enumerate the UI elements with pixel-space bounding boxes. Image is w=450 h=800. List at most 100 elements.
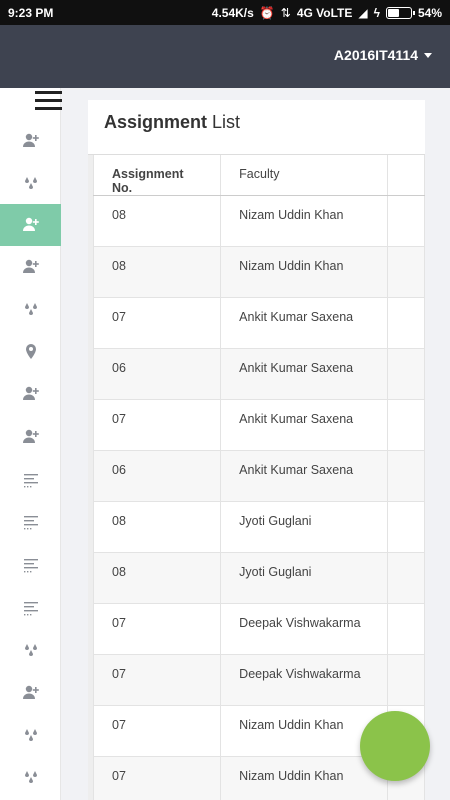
location-pin-icon: [22, 343, 40, 361]
cell-extra: [387, 399, 425, 451]
sidebar-item-13[interactable]: [0, 629, 61, 671]
cell-faculty: Deepak Vishwakarma: [220, 603, 388, 655]
column-header-extra: [387, 155, 425, 196]
cell-extra: [387, 552, 425, 604]
cell-extra: [387, 450, 425, 502]
battery-percent: 54%: [417, 5, 442, 20]
cell-assignment-no: 06: [92, 348, 222, 400]
assignment-list-card: Assignment List Assignment No. Faculty 0…: [88, 100, 425, 800]
drops-icon: [22, 174, 40, 192]
table-row[interactable]: 08 Nizam Uddin Khan: [92, 246, 425, 298]
list-icon: [22, 599, 40, 617]
drops-icon: [22, 300, 40, 318]
column-header-faculty[interactable]: Faculty: [220, 155, 388, 196]
status-bar: 9:23 PM 4.54K/s ⏰ ⇅ 4G VoLTE ◢ ϟ 54%: [0, 0, 450, 25]
cell-assignment-no: 07: [92, 756, 222, 800]
list-icon: [22, 556, 40, 574]
sidebar-item-4[interactable]: [0, 246, 61, 288]
list-icon: [22, 471, 40, 489]
battery-icon: [385, 6, 415, 19]
user-id: A2016IT4114: [333, 47, 418, 63]
user-menu[interactable]: A2016IT4114: [334, 47, 432, 63]
table-row[interactable]: 07 Deepak Vishwakarma: [92, 654, 425, 706]
add-user-icon: [22, 428, 40, 446]
cell-faculty: Nizam Uddin Khan: [220, 756, 388, 800]
add-user-icon: [22, 216, 40, 234]
cell-extra: [387, 246, 425, 298]
cell-extra: [387, 195, 425, 247]
add-user-icon: [22, 132, 40, 150]
cell-assignment-no: 07: [92, 705, 222, 757]
sidebar-item-11[interactable]: [0, 544, 61, 586]
sidebar: [0, 88, 62, 800]
table-row[interactable]: 07 Ankit Kumar Saxena: [92, 297, 425, 349]
cell-faculty: Ankit Kumar Saxena: [220, 450, 388, 502]
app-header: A2016IT4114: [0, 25, 450, 88]
cell-assignment-no: 07: [92, 399, 222, 451]
table-scroll-area[interactable]: Assignment No. Faculty 08 Nizam Uddin Kha…: [88, 154, 425, 800]
cell-faculty: Ankit Kumar Saxena: [220, 297, 388, 349]
network-type: 4G VoLTE: [296, 5, 353, 20]
status-right: 4.54K/s ⏰ ⇅ 4G VoLTE ◢ ϟ 54%: [212, 6, 442, 20]
floating-action-button[interactable]: [360, 711, 430, 781]
column-header-assignment-no[interactable]: Assignment No.: [92, 155, 222, 196]
table-row[interactable]: 08 Jyoti Guglani: [92, 501, 425, 553]
cell-assignment-no: 08: [92, 195, 222, 247]
sidebar-item-9[interactable]: [0, 459, 61, 501]
cell-faculty: Ankit Kumar Saxena: [220, 399, 388, 451]
sidebar-item-14[interactable]: [0, 672, 61, 714]
sidebar-item-5[interactable]: [0, 288, 61, 330]
add-user-icon: [22, 684, 40, 702]
drops-icon: [22, 726, 40, 744]
sidebar-item-3[interactable]: [0, 204, 61, 246]
cell-faculty: Deepak Vishwakarma: [220, 654, 388, 706]
table-row[interactable]: 06 Ankit Kumar Saxena: [92, 450, 425, 502]
cell-faculty: Nizam Uddin Khan: [220, 195, 388, 247]
table-header-row: Assignment No. Faculty: [92, 155, 425, 196]
cell-extra: [387, 603, 425, 655]
sidebar-item-7[interactable]: [0, 373, 61, 415]
sidebar-item-10[interactable]: [0, 501, 61, 543]
title-bold: Assignment: [104, 112, 208, 132]
cell-faculty: Jyoti Guglani: [220, 552, 388, 604]
page-title: Assignment List: [104, 112, 240, 133]
sidebar-item-12[interactable]: [0, 587, 61, 629]
cell-extra: [387, 297, 425, 349]
cell-extra: [387, 501, 425, 553]
cell-assignment-no: 07: [92, 654, 222, 706]
assignment-table: Assignment No. Faculty 08 Nizam Uddin Kha…: [92, 155, 425, 800]
sidebar-item-8[interactable]: [0, 416, 61, 458]
table-row[interactable]: 06 Ankit Kumar Saxena: [92, 348, 425, 400]
signal-arrows-icon: ⇅: [280, 5, 291, 20]
sidebar-item-16[interactable]: [0, 756, 61, 798]
cell-extra: [387, 348, 425, 400]
add-user-icon: [22, 385, 40, 403]
cell-assignment-no: 08: [92, 246, 222, 298]
cell-assignment-no: 08: [92, 552, 222, 604]
signal-strength-icon: ◢: [358, 5, 368, 20]
cell-faculty: Nizam Uddin Khan: [220, 246, 388, 298]
charging-icon: ϟ: [373, 5, 380, 20]
drops-icon: [22, 641, 40, 659]
cell-assignment-no: 07: [92, 297, 222, 349]
cell-assignment-no: 06: [92, 450, 222, 502]
table-row[interactable]: 07 Ankit Kumar Saxena: [92, 399, 425, 451]
add-user-icon: [22, 258, 40, 276]
alarm-clock-icon: ⏰: [259, 5, 275, 20]
list-icon: [22, 513, 40, 531]
sidebar-item-6[interactable]: [0, 331, 61, 373]
table-row[interactable]: 08 Nizam Uddin Khan: [92, 195, 425, 247]
chevron-down-icon: [424, 52, 432, 58]
net-speed: 4.54K/s: [211, 5, 254, 20]
title-rest: List: [207, 112, 241, 132]
table-row[interactable]: 08 Jyoti Guglani: [92, 552, 425, 604]
status-time: 9:23 PM: [8, 5, 54, 20]
table-row[interactable]: 07 Deepak Vishwakarma: [92, 603, 425, 655]
sidebar-item-1[interactable]: [0, 120, 61, 162]
sidebar-item-2[interactable]: [0, 162, 61, 204]
hamburger-menu-icon[interactable]: [35, 91, 62, 113]
cell-assignment-no: 07: [92, 603, 222, 655]
cell-faculty: Ankit Kumar Saxena: [220, 348, 388, 400]
sidebar-item-15[interactable]: [0, 714, 61, 756]
cell-faculty: Jyoti Guglani: [220, 501, 388, 553]
